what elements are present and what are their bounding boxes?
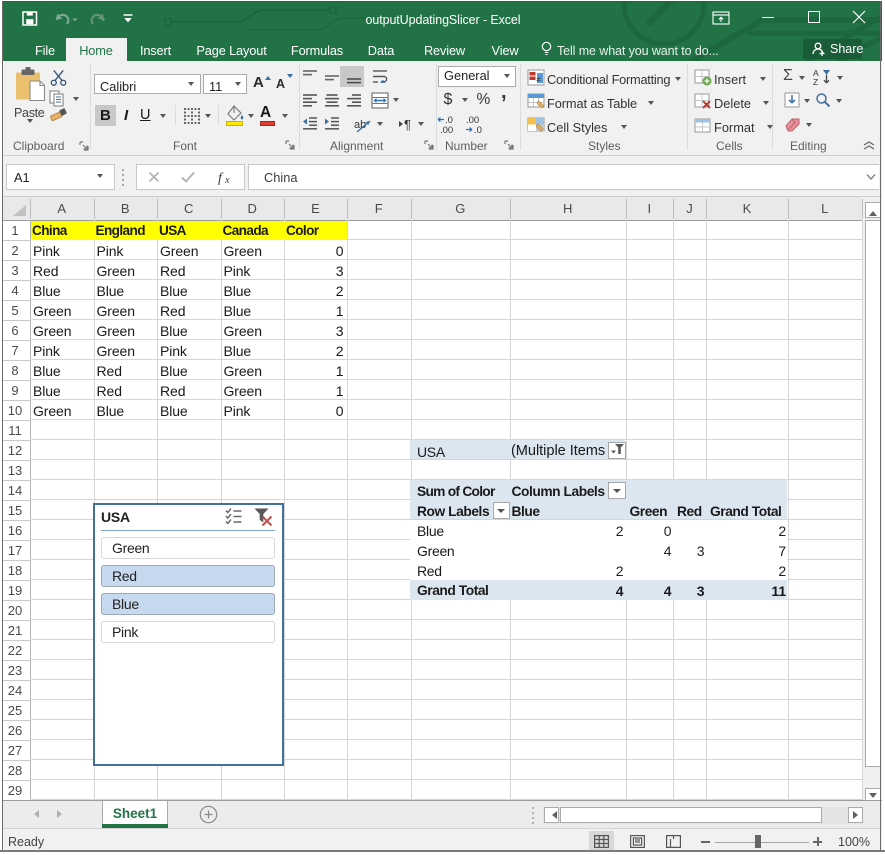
svg-text:¶: ¶ (404, 117, 411, 132)
svg-text:Z: Z (813, 77, 818, 86)
svg-text:f: f (218, 171, 224, 185)
svg-text:.00: .00 (440, 125, 453, 134)
svg-text:.0: .0 (474, 125, 482, 134)
svg-text:≠: ≠ (537, 75, 542, 84)
svg-text:x: x (224, 175, 230, 185)
